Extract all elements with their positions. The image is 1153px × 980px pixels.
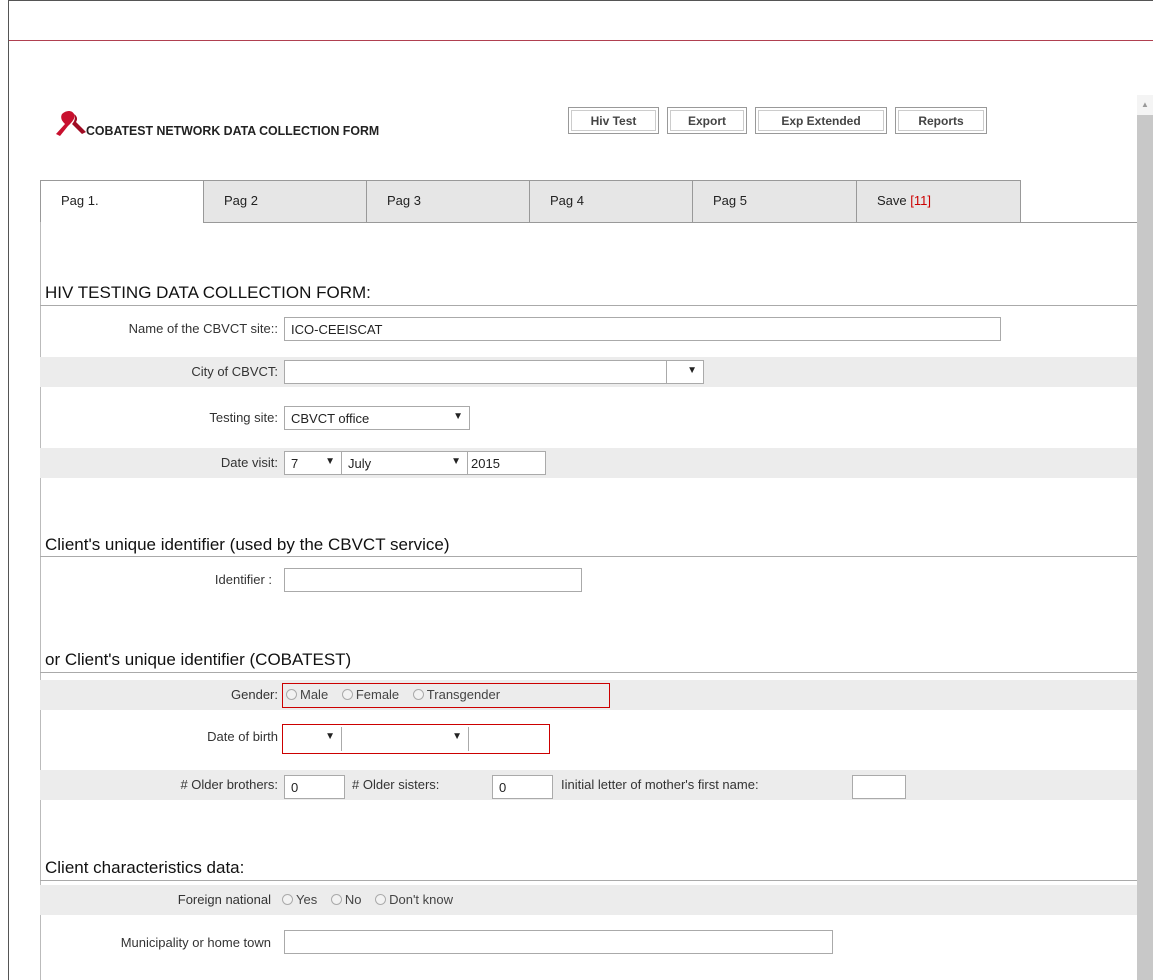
radio-icon bbox=[282, 894, 293, 905]
page-frame bbox=[8, 0, 1153, 980]
testing-site-row: Testing site: CBVCT office ▼ bbox=[40, 403, 1137, 433]
identifier-input[interactable] bbox=[284, 568, 582, 592]
older-sisters-label: # Older sisters: bbox=[352, 777, 440, 792]
chevron-down-icon: ▼ bbox=[453, 411, 463, 422]
chevron-down-icon: ▼ bbox=[451, 456, 461, 467]
section-divider bbox=[40, 672, 1137, 673]
gender-option-female[interactable]: Female bbox=[341, 687, 399, 702]
app-logo: COBATEST NETWORK DATA COLLECTION FORM bbox=[52, 108, 395, 138]
site-name-label: Name of the CBVCT site:: bbox=[128, 321, 278, 336]
site-name-row: Name of the CBVCT site:: ICO-CEEISCAT bbox=[40, 314, 1137, 344]
dob-day-select[interactable]: ▼ bbox=[284, 727, 342, 751]
section-divider bbox=[40, 305, 1137, 306]
foreign-option-no[interactable]: No bbox=[330, 892, 361, 907]
gender-label: Gender: bbox=[231, 687, 278, 702]
foreign-national-label: Foreign national bbox=[177, 892, 271, 907]
section-divider bbox=[40, 556, 1137, 557]
exp-extended-button[interactable]: Exp Extended bbox=[755, 107, 887, 134]
municipality-row: Municipality or home town bbox=[40, 928, 1137, 958]
date-visit-label: Date visit: bbox=[220, 455, 278, 470]
radio-icon bbox=[341, 689, 353, 700]
chevron-down-icon: ▼ bbox=[452, 731, 462, 742]
testing-site-select[interactable]: CBVCT office ▼ bbox=[284, 406, 470, 430]
city-label: City of CBVCT: bbox=[191, 364, 278, 379]
tab-save[interactable]: Save [11] bbox=[856, 180, 1021, 223]
city-input[interactable] bbox=[284, 360, 667, 384]
unsaved-count-badge: [11] bbox=[910, 193, 931, 208]
dob-year-input[interactable] bbox=[470, 727, 546, 751]
radio-icon bbox=[286, 689, 297, 700]
app-title: COBATEST NETWORK DATA COLLECTION FORM bbox=[86, 123, 380, 138]
tab-pag-2[interactable]: Pag 2 bbox=[203, 180, 367, 223]
tab-pag-1[interactable]: Pag 1. bbox=[40, 180, 204, 223]
radio-icon bbox=[330, 894, 342, 905]
chevron-down-icon: ▼ bbox=[687, 365, 697, 376]
tab-pag-5[interactable]: Pag 5 bbox=[692, 180, 857, 223]
tab-baseline bbox=[1020, 222, 1137, 223]
date-visit-row: Date visit: 7 ▼ July ▼ 2015 bbox=[40, 448, 1137, 478]
testing-site-label: Testing site: bbox=[209, 410, 278, 425]
tab-pag-3[interactable]: Pag 3 bbox=[366, 180, 530, 223]
reports-button[interactable]: Reports bbox=[895, 107, 987, 134]
city-dropdown[interactable]: ▼ bbox=[666, 360, 704, 384]
vertical-scrollbar[interactable] bbox=[1137, 95, 1153, 980]
city-row: City of CBVCT: ▼ bbox=[40, 357, 1137, 387]
scroll-up-icon[interactable]: ▲ bbox=[1137, 95, 1153, 115]
date-visit-day-select[interactable]: 7 ▼ bbox=[284, 451, 342, 475]
red-ribbon-icon bbox=[56, 111, 86, 136]
section-title-hiv-testing: HIV TESTING DATA COLLECTION FORM: bbox=[45, 283, 371, 302]
dob-row: Date of birth ▼ ▼ bbox=[40, 722, 1137, 754]
gender-option-male[interactable]: Male bbox=[286, 687, 328, 702]
older-sisters-input[interactable]: 0 bbox=[492, 775, 553, 799]
radio-icon bbox=[412, 689, 424, 700]
foreign-national-row: Foreign national Yes No Don't know bbox=[40, 885, 1137, 915]
foreign-option-yes[interactable]: Yes bbox=[282, 892, 317, 907]
header-divider bbox=[9, 40, 1153, 41]
section-title-client-characteristics: Client characteristics data: bbox=[45, 858, 245, 877]
site-name-input[interactable]: ICO-CEEISCAT bbox=[284, 317, 1001, 341]
chevron-down-icon: ▼ bbox=[325, 731, 335, 742]
family-row: # Older brothers: 0 # Older sisters: 0 I… bbox=[40, 770, 1137, 800]
municipality-label: Municipality or home town bbox=[120, 935, 271, 950]
dob-label: Date of birth bbox=[207, 729, 278, 744]
radio-icon bbox=[375, 894, 387, 905]
mother-initial-label: Iinitial letter of mother's first name: bbox=[561, 777, 759, 792]
export-button[interactable]: Export bbox=[667, 107, 747, 134]
older-brothers-input[interactable]: 0 bbox=[284, 775, 345, 799]
tab-pag-4[interactable]: Pag 4 bbox=[529, 180, 693, 223]
gender-radio-group: Male Female Transgender bbox=[286, 687, 510, 702]
section-divider bbox=[40, 880, 1137, 881]
municipality-input[interactable] bbox=[284, 930, 833, 954]
date-visit-year-input[interactable]: 2015 bbox=[467, 451, 546, 475]
gender-row: Gender: Male Female Transgender bbox=[40, 680, 1137, 710]
identifier-row: Identifier : bbox=[40, 565, 1137, 595]
mother-initial-input[interactable] bbox=[852, 775, 906, 799]
gender-option-transgender[interactable]: Transgender bbox=[412, 687, 500, 702]
date-visit-month-select[interactable]: July ▼ bbox=[341, 451, 468, 475]
foreign-national-radio-group: Yes No Don't know bbox=[282, 892, 463, 907]
older-brothers-label: # Older brothers: bbox=[180, 777, 278, 792]
chevron-down-icon: ▼ bbox=[325, 456, 335, 467]
section-title-cbvct-identifier: Client's unique identifier (used by the … bbox=[45, 535, 450, 554]
hiv-test-button[interactable]: Hiv Test bbox=[568, 107, 659, 134]
section-title-cobatest-identifier: or Client's unique identifier (COBATEST) bbox=[45, 650, 352, 669]
identifier-label: Identifier : bbox=[214, 572, 272, 587]
foreign-option-dont-know[interactable]: Don't know bbox=[375, 892, 453, 907]
dob-month-select[interactable]: ▼ bbox=[342, 727, 469, 751]
